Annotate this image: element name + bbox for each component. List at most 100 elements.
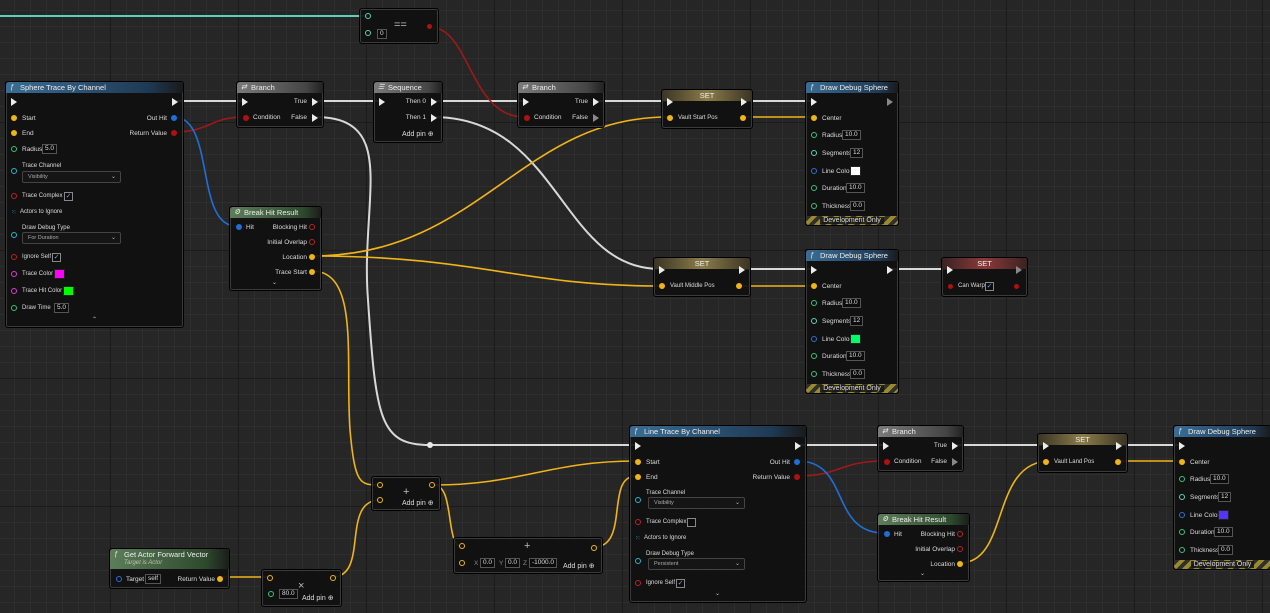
vector-pin[interactable] bbox=[309, 269, 315, 275]
exec-in-pin[interactable] bbox=[1043, 442, 1049, 450]
vector-pin[interactable] bbox=[11, 130, 17, 136]
trace-channel-dropdown[interactable]: Visibility ⌄ bbox=[22, 171, 121, 183]
struct-pin[interactable] bbox=[884, 531, 890, 537]
struct-pin[interactable] bbox=[236, 224, 242, 230]
enum-pin[interactable] bbox=[635, 497, 641, 503]
color-pin[interactable] bbox=[1179, 512, 1185, 518]
expand-arrow-icon[interactable]: ⌄ bbox=[272, 279, 277, 286]
exec-in-pin[interactable] bbox=[667, 98, 673, 106]
bool-pin[interactable] bbox=[794, 474, 800, 480]
bool-pin[interactable] bbox=[957, 531, 963, 537]
bool-pin[interactable] bbox=[957, 546, 963, 552]
float-pin[interactable] bbox=[11, 146, 17, 152]
color-pin[interactable] bbox=[11, 288, 17, 294]
bool-pin[interactable] bbox=[11, 254, 17, 260]
bool-pin[interactable] bbox=[171, 130, 177, 136]
exec-in-pin[interactable] bbox=[811, 266, 817, 274]
duration-field[interactable]: 10.0 bbox=[846, 183, 865, 193]
vector-pin[interactable] bbox=[635, 459, 641, 465]
exec-in-pin[interactable] bbox=[659, 266, 665, 274]
float-pin[interactable] bbox=[811, 185, 817, 191]
vector-pin[interactable] bbox=[459, 543, 465, 549]
float-pin[interactable] bbox=[268, 591, 274, 597]
vector-pin[interactable] bbox=[217, 576, 223, 582]
line-trace-node[interactable]: ƒ Line Trace By Channel Start End Trace C… bbox=[629, 425, 807, 603]
add-pin-button[interactable]: Add pin ⊕ bbox=[402, 499, 434, 507]
trace-hit-color-swatch[interactable] bbox=[63, 286, 74, 296]
radius-field[interactable]: 10.0 bbox=[842, 298, 861, 308]
x-field[interactable]: 0.0 bbox=[480, 558, 496, 568]
float-pin[interactable] bbox=[11, 305, 17, 311]
segments-field[interactable]: 12 bbox=[1218, 492, 1232, 502]
collapse-arrow-icon[interactable]: ⌃ bbox=[92, 316, 97, 323]
break-hit-result-node[interactable]: ⚙ Break Hit Result Hit Blocking Hit Initi… bbox=[229, 206, 322, 291]
trace-color-swatch[interactable] bbox=[54, 269, 65, 279]
enum-pin[interactable] bbox=[635, 558, 641, 564]
exec-in-pin[interactable] bbox=[1179, 442, 1185, 450]
vector-pin[interactable] bbox=[1179, 459, 1185, 465]
exec-out-pin[interactable] bbox=[887, 266, 893, 274]
exec-in-pin[interactable] bbox=[811, 98, 817, 106]
equal-node[interactable]: 0 == bbox=[359, 8, 439, 44]
y-field[interactable]: 0.0 bbox=[505, 558, 521, 568]
line-color-swatch[interactable] bbox=[1218, 510, 1229, 520]
duration-field[interactable]: 10.0 bbox=[846, 351, 865, 361]
vector-add-node[interactable]: + X 0.0 Y 0.0 Z -1000.0 Add pin ⊕ bbox=[453, 537, 603, 574]
exec-out-pin[interactable] bbox=[795, 442, 801, 450]
int-pin[interactable] bbox=[811, 318, 817, 324]
struct-pin[interactable] bbox=[794, 459, 800, 465]
add-pin-button[interactable]: Add pin ⊕ bbox=[302, 594, 334, 602]
exec-out-pin-unconnected[interactable] bbox=[887, 98, 893, 106]
target-field[interactable]: self bbox=[145, 574, 162, 584]
exec-out-pin[interactable] bbox=[952, 442, 958, 450]
segments-field[interactable]: 12 bbox=[850, 316, 864, 326]
multiply-value-field[interactable]: 80.0 bbox=[279, 589, 298, 599]
vector-pin[interactable] bbox=[330, 575, 336, 581]
vector-pin[interactable] bbox=[957, 561, 963, 567]
draw-debug-type-dropdown[interactable]: For Duration ⌄ bbox=[22, 232, 121, 244]
expand-arrow-icon[interactable]: ⌄ bbox=[920, 570, 925, 577]
vector-pin[interactable] bbox=[1043, 459, 1049, 465]
duration-field[interactable]: 10.0 bbox=[1214, 527, 1233, 537]
int-pin[interactable] bbox=[811, 150, 817, 156]
bool-pin[interactable] bbox=[635, 519, 641, 525]
trace-complex-checkbox[interactable] bbox=[687, 518, 696, 527]
set-can-warp-node[interactable]: SET Can Warp ✓ bbox=[941, 257, 1028, 297]
color-pin[interactable] bbox=[11, 271, 17, 277]
vector-pin[interactable] bbox=[659, 283, 665, 289]
draw-debug-sphere-node[interactable]: ƒ Draw Debug Sphere Center Radius 10.0 Se… bbox=[805, 81, 899, 226]
vector-pin[interactable] bbox=[11, 115, 17, 121]
draw-debug-type-dropdown[interactable]: Persistent ⌄ bbox=[648, 558, 745, 570]
vector-pin[interactable] bbox=[377, 482, 383, 488]
bool-output-pin[interactable] bbox=[427, 24, 432, 29]
exec-in-pin[interactable] bbox=[883, 442, 889, 450]
vector-pin[interactable] bbox=[667, 115, 673, 121]
vector-pin[interactable] bbox=[591, 545, 597, 551]
get-actor-forward-vector-node[interactable]: ƒ Get Actor Forward Vector Target is Acto… bbox=[109, 548, 230, 589]
ignore-self-checkbox[interactable]: ✓ bbox=[52, 253, 61, 262]
exec-in-pin[interactable] bbox=[242, 98, 248, 106]
vector-pin[interactable] bbox=[377, 497, 383, 503]
bool-pin[interactable] bbox=[948, 284, 953, 289]
float-pin[interactable] bbox=[811, 132, 817, 138]
object-pin[interactable] bbox=[116, 576, 122, 582]
line-color-swatch[interactable] bbox=[850, 334, 861, 344]
expand-arrow-icon[interactable]: ⌄ bbox=[715, 590, 720, 597]
bool-pin[interactable] bbox=[243, 115, 249, 121]
thickness-field[interactable]: 0.0 bbox=[850, 369, 866, 379]
exec-out-pin[interactable] bbox=[1116, 442, 1122, 450]
float-pin[interactable] bbox=[1179, 529, 1185, 535]
bool-pin[interactable] bbox=[1014, 284, 1019, 289]
add-node[interactable]: + Add pin ⊕ bbox=[371, 476, 441, 511]
vector-pin[interactable] bbox=[309, 254, 315, 260]
exec-out-pin[interactable] bbox=[431, 114, 437, 122]
float-pin[interactable] bbox=[811, 300, 817, 306]
color-pin[interactable] bbox=[811, 168, 817, 174]
exec-out-pin[interactable] bbox=[739, 266, 745, 274]
thickness-field[interactable]: 0.0 bbox=[850, 201, 866, 211]
thickness-field[interactable]: 0.0 bbox=[1218, 545, 1234, 555]
bool-pin[interactable] bbox=[884, 459, 890, 465]
vector-pin[interactable] bbox=[736, 283, 742, 289]
add-pin-button[interactable]: Add pin ⊕ bbox=[402, 130, 434, 138]
enum-pin[interactable] bbox=[11, 232, 17, 238]
